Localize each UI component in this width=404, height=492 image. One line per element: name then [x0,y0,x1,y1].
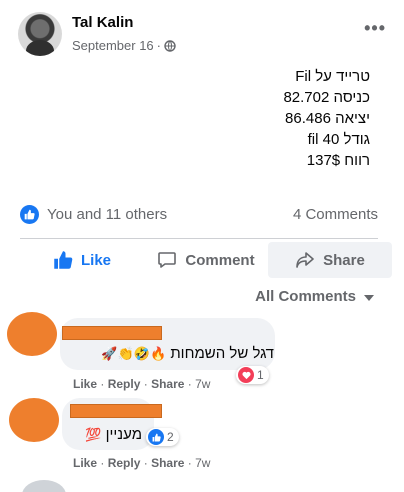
comment-reactions[interactable]: 1 [236,366,269,384]
comment-text-content: מעניין [105,426,142,443]
post-line-1: טרייד על Fil [295,68,370,85]
comment-share-link[interactable]: Share [151,456,184,470]
reaction-count: 1 [257,368,264,382]
like-label: Like [80,251,111,269]
caret-down-icon [364,294,374,301]
likes-text: You and 11 others [47,205,168,223]
reaction-count: 2 [167,430,174,444]
like-reaction-icon [20,204,39,224]
comment-actions: Like · Reply · Share · 7w [73,377,211,391]
more-options-button[interactable]: ••• [364,18,386,39]
like-reaction-icon [148,429,164,445]
comment-text: מעניין 💯 [85,426,142,443]
comment-share-link[interactable]: Share [151,377,184,391]
author-avatar[interactable] [18,12,62,56]
share-label: Share [323,251,365,269]
thumbs-up-icon [54,251,73,269]
post-line-3: יציאה 86.486 [285,110,370,127]
comment-icon [158,252,177,268]
post-header: Tal Kalin September 16 · ••• [18,12,386,58]
comment-reply-link[interactable]: Reply [108,377,141,391]
comment-reply-link[interactable]: Reply [108,456,141,470]
actions-divider [20,238,378,239]
comment-label: Comment [185,251,255,269]
heart-reaction-icon [238,367,254,383]
redacted-commenter-name[interactable] [62,326,162,340]
comment-text: דגל של השמחות 🔥🤣👏🚀 [101,345,274,362]
post-line-2: כניסה 82.702 [283,89,370,106]
likes-summary[interactable]: You and 11 others [20,204,168,224]
comment-avatar[interactable] [9,398,59,442]
author-name[interactable]: Tal Kalin [72,14,133,31]
comment-like-link[interactable]: Like [73,456,97,470]
share-icon [296,252,314,268]
post-line-4: גודל 40 fil [307,131,370,148]
post-body: טרייד על Fil כניסה 82.702 יציאה 86.486 ג… [283,66,370,171]
globe-icon [164,39,176,52]
comment-emojis: 🔥🤣👏🚀 [101,347,167,362]
reactions-summary: You and 11 others 4 Comments [20,202,378,226]
post-meta: September 16 · [72,38,176,53]
comments-sort-label: All Comments [255,288,356,305]
comment-like-link[interactable]: Like [73,377,97,391]
comment-reactions[interactable]: 2 [146,428,179,446]
comment-actions: Like · Reply · Share · 7w [73,456,211,470]
comment-button[interactable]: Comment [144,242,268,278]
next-comment-avatar[interactable] [22,480,66,492]
comment-emojis: 💯 [85,428,102,443]
post-date[interactable]: September 16 [72,38,154,53]
share-button[interactable]: Share [268,242,392,278]
post-line-5: רווח 137$ [306,152,370,169]
like-button[interactable]: Like [20,242,144,278]
redacted-commenter-name[interactable] [70,404,162,418]
comment-time[interactable]: 7w [195,377,210,391]
post-actions: Like Comment Share [20,242,392,278]
comments-sort-dropdown[interactable]: All Comments [255,288,374,305]
comment-text-content: דגל של השמחות [170,345,274,362]
comments-count[interactable]: 4 Comments [293,206,378,223]
comment-time[interactable]: 7w [195,456,210,470]
comment-avatar[interactable] [7,312,57,356]
meta-separator: · [156,38,162,53]
